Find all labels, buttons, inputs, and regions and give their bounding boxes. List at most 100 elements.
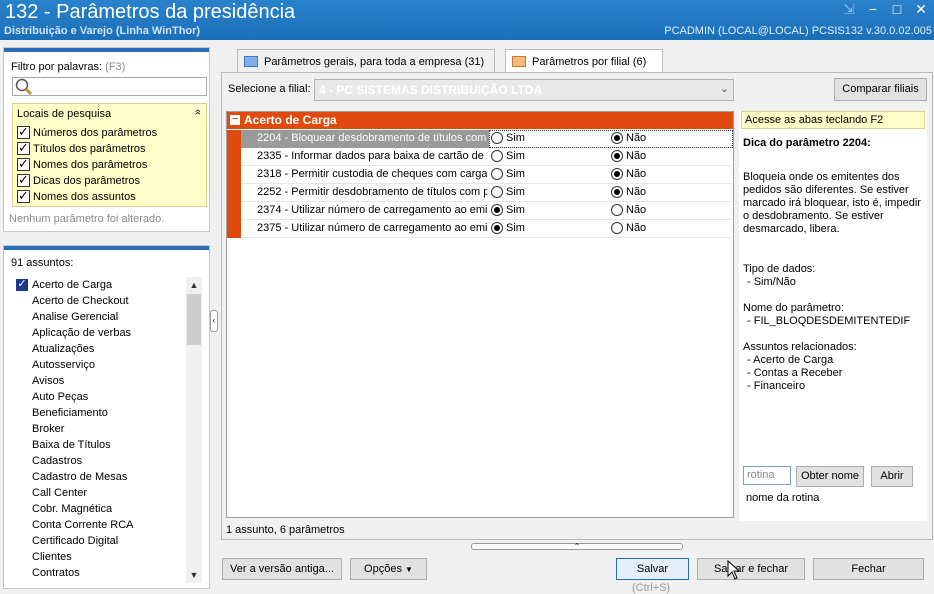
scroll-up-icon[interactable]: ▲ (186, 277, 202, 293)
radio-button[interactable] (611, 150, 623, 162)
compare-branches-button[interactable]: Comparar filiais (834, 78, 927, 101)
radio-button[interactable] (611, 132, 623, 144)
radio-button[interactable] (611, 222, 623, 234)
chevron-down-icon: ▼ (405, 565, 413, 574)
branch-select[interactable]: 4 - PC SISTEMAS DISTRIBUIÇÃO LTDA ⌄ (314, 79, 734, 101)
radio-button[interactable] (491, 132, 503, 144)
parameter-row[interactable]: 2204 - Bloquear desdobramento de títulos… (227, 130, 733, 148)
list-item[interactable]: Aplicação de verbas (12, 325, 198, 341)
radio-button[interactable] (491, 186, 503, 198)
radio-yes[interactable]: Sim (491, 204, 525, 216)
old-version-button[interactable]: Ver a versão antiga... (222, 558, 342, 580)
scroll-thumb[interactable] (187, 294, 201, 345)
restore-icon[interactable]: ⇲ (840, 1, 858, 17)
list-item[interactable]: ✓ Acerto de Carga (12, 277, 198, 293)
radio-label: Não (626, 150, 647, 162)
tips-banner: Acesse as abas teclando F2 (741, 111, 925, 129)
left-splitter-handle[interactable]: ‹ (210, 310, 218, 332)
group-header[interactable]: − Acerto de Carga (227, 112, 733, 129)
list-item[interactable]: Certificado Digital (12, 533, 198, 549)
location-option[interactable]: Números dos parâmetros (17, 124, 157, 140)
parameter-row[interactable]: 2318 - Permitir custodia de cheques com … (227, 166, 733, 184)
radio-yes[interactable]: Sim (491, 168, 525, 180)
radio-button[interactable] (611, 204, 623, 216)
parameter-row[interactable]: 2252 - Permitir desdobramento de títulos… (227, 184, 733, 202)
list-item[interactable]: Cobr. Magnética (12, 501, 198, 517)
minimize-button[interactable]: − (864, 1, 882, 17)
checkbox[interactable] (17, 124, 30, 140)
bottom-splitter-handle[interactable]: ⌃ (471, 543, 683, 551)
radio-yes[interactable]: Sim (491, 222, 525, 234)
subjects-scrollbar[interactable]: ▲ ▼ (186, 277, 202, 583)
radio-no[interactable]: Não (611, 204, 646, 216)
list-item[interactable]: Cadastros (12, 453, 198, 469)
checkbox[interactable] (17, 188, 30, 204)
collapse-icon[interactable]: − (230, 115, 240, 125)
panel-accent (4, 48, 209, 52)
maximize-button[interactable]: □ (888, 1, 906, 17)
tab-branch-params[interactable]: Parâmetros por filial (6) (505, 49, 663, 73)
checkbox[interactable] (17, 156, 30, 172)
parameter-row[interactable]: 2335 - Informar dados para baixa de cart… (227, 148, 733, 166)
location-option[interactable]: Dicas dos parâmetros (17, 172, 140, 188)
checkbox[interactable] (17, 172, 30, 188)
list-item[interactable]: Clientes (12, 549, 198, 565)
parameter-row[interactable]: 2375 - Utilizar número de carregamento a… (227, 220, 733, 238)
related-item[interactable]: - Financeiro (747, 380, 805, 393)
radio-button[interactable] (611, 186, 623, 198)
radio-yes[interactable]: Sim (491, 186, 525, 198)
related-item[interactable]: - Acerto de Carga (747, 354, 833, 367)
radio-no[interactable]: Não (611, 150, 646, 162)
group-stripe (227, 184, 241, 202)
radio-button[interactable] (491, 168, 503, 180)
save-button[interactable]: Salvar (616, 558, 689, 580)
search-input[interactable] (12, 77, 207, 96)
close-dialog-button[interactable]: Fechar (813, 558, 924, 580)
scroll-down-icon[interactable]: ▼ (186, 567, 202, 583)
list-item[interactable]: Cadastro de Mesas (12, 469, 198, 485)
chevron-down-icon[interactable]: ⌄ (720, 82, 729, 95)
close-button[interactable]: ✕ (912, 1, 930, 17)
list-item[interactable]: Analise Gerencial (12, 309, 198, 325)
subjects-panel: 91 assuntos: ✓ Acerto de Carga Acerto de … (3, 245, 210, 589)
radio-button[interactable] (611, 168, 623, 180)
tip-body: Bloqueia onde os emitentes dos pedidos s… (743, 171, 921, 235)
routine-input[interactable]: rotina (743, 466, 791, 485)
radio-button[interactable] (491, 150, 503, 162)
radio-button[interactable] (491, 204, 503, 216)
save-close-button[interactable]: Salvar e fechar (697, 558, 805, 580)
related-label: Assuntos relacionados: (743, 341, 857, 353)
location-option[interactable]: Nomes dos assuntos (17, 188, 136, 204)
list-item[interactable]: Broker (12, 421, 198, 437)
list-item[interactable]: Autosserviço (12, 357, 198, 373)
radio-yes[interactable]: Sim (491, 150, 525, 162)
location-option[interactable]: Títulos dos parâmetros (17, 140, 146, 156)
radio-no[interactable]: Não (611, 168, 646, 180)
list-item[interactable]: Atualizações (12, 341, 198, 357)
radio-no[interactable]: Não (611, 186, 646, 198)
collapse-icon[interactable]: » (192, 109, 204, 115)
radio-no[interactable]: Não (611, 132, 646, 144)
list-item[interactable]: Call Center (12, 485, 198, 501)
list-item[interactable]: Avisos (12, 373, 198, 389)
obtain-name-button[interactable]: Obter nome (796, 466, 864, 487)
radio-no[interactable]: Não (611, 222, 646, 234)
param-name-value: - FIL_BLOQDESDEMITENTEDIF (747, 315, 911, 327)
related-item[interactable]: - Contas a Receber (747, 367, 842, 380)
location-label: Nomes dos parâmetros (33, 158, 148, 171)
list-item[interactable]: Baixa de Títulos (12, 437, 198, 453)
checkbox[interactable] (17, 140, 30, 156)
list-item[interactable]: Contratos (12, 565, 198, 581)
list-item[interactable]: Conta Corrente RCA (12, 517, 198, 533)
location-option[interactable]: Nomes dos parâmetros (17, 156, 148, 172)
list-item[interactable]: Auto Peças (12, 389, 198, 405)
list-item[interactable]: Beneficiamento (12, 405, 198, 421)
options-button[interactable]: Opções ▼ (350, 558, 427, 580)
list-item[interactable]: Acerto de Checkout (12, 293, 198, 309)
locations-title: Locais de pesquisa (17, 108, 112, 120)
tab-general-params[interactable]: Parâmetros gerais, para toda a empresa (… (237, 49, 495, 73)
radio-button[interactable] (491, 222, 503, 234)
radio-yes[interactable]: Sim (491, 132, 525, 144)
parameter-row[interactable]: 2374 - Utilizar número de carregamento a… (227, 202, 733, 220)
open-button[interactable]: Abrir (871, 466, 913, 487)
